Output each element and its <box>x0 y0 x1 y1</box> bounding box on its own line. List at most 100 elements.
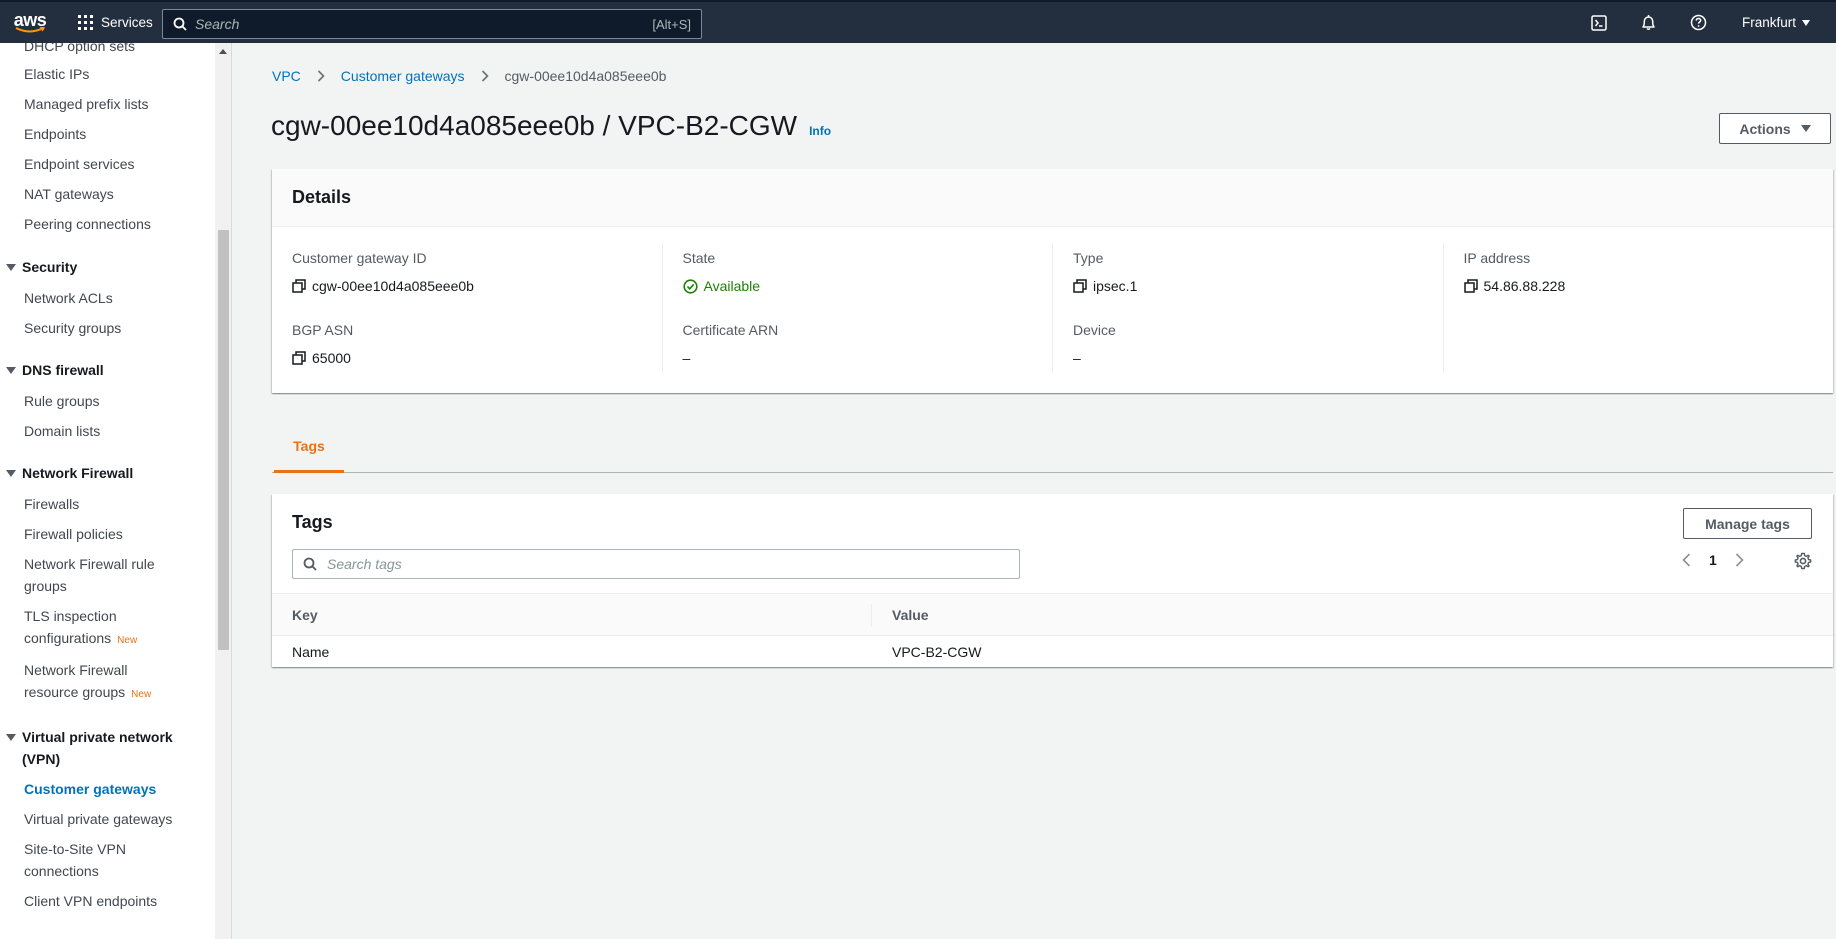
page-number[interactable]: 1 <box>1709 552 1717 568</box>
item-label: Network Firewall resource groups <box>24 662 128 700</box>
new-badge: New <box>131 689 152 700</box>
details-column-3: Type ipsec.1 Device – <box>1052 243 1443 373</box>
tab-tags[interactable]: Tags <box>274 421 344 473</box>
services-menu-button[interactable]: Services <box>78 15 153 30</box>
manage-tags-button[interactable]: Manage tags <box>1683 508 1812 539</box>
section-title: DNS firewall <box>22 362 104 378</box>
tags-search-box[interactable] <box>292 549 1020 579</box>
copy-icon[interactable] <box>1073 279 1087 293</box>
sidebar-item-virtual-private-gateways[interactable]: Virtual private gateways <box>24 808 204 830</box>
global-search-box[interactable]: [Alt+S] <box>162 9 702 39</box>
page-title-text: cgw-00ee10d4a085eee0b / VPC-B2-CGW <box>271 110 798 141</box>
caret-down-icon <box>6 734 16 741</box>
next-page-icon[interactable] <box>1735 553 1744 567</box>
certificate-arn-value: – <box>682 350 691 366</box>
item-label: TLS inspection configurations <box>24 608 117 646</box>
sidebar-item-firewall-policies[interactable]: Firewall policies <box>24 523 204 545</box>
ip-address-value: 54.86.88.228 <box>1463 273 1834 299</box>
breadcrumb-current: cgw-00ee10d4a085eee0b <box>504 68 667 84</box>
customer-gateway-id-label: Customer gateway ID <box>292 250 427 266</box>
column-header-value[interactable]: Value <box>872 604 929 626</box>
sidebar-item-network-firewall-rule-groups[interactable]: Network Firewall rule groups <box>24 553 174 597</box>
actions-button[interactable]: Actions <box>1719 113 1831 144</box>
copy-icon[interactable] <box>292 351 306 365</box>
sidebar-item-managed-prefix-lists[interactable]: Managed prefix lists <box>24 93 204 115</box>
state-value: Available <box>682 273 1053 299</box>
sidebar-item-client-vpn-endpoints[interactable]: Client VPN endpoints <box>24 890 204 912</box>
sidebar-item-tls-inspection-configurations[interactable]: TLS inspection configurations New <box>24 605 174 652</box>
caret-down-icon <box>6 264 16 271</box>
sidebar-section-network-firewall[interactable]: Network Firewall <box>6 462 206 484</box>
sidebar-item-endpoints[interactable]: Endpoints <box>24 123 204 145</box>
help-icon <box>1691 14 1707 31</box>
scroll-thumb[interactable] <box>218 230 229 650</box>
section-title: Virtual private network (VPN) <box>22 729 173 767</box>
breadcrumb: VPC Customer gateways cgw-00ee10d4a085ee… <box>272 68 666 84</box>
sidebar-item-elastic-ips[interactable]: Elastic IPs <box>24 63 204 85</box>
copy-icon[interactable] <box>292 279 306 293</box>
type-value: ipsec.1 <box>1073 273 1443 299</box>
aws-logo[interactable]: aws <box>4 3 56 43</box>
services-label: Services <box>101 15 153 30</box>
sidebar-item-customer-gateways[interactable]: Customer gateways <box>24 778 204 800</box>
bgp-asn-label: BGP ASN <box>292 322 354 338</box>
sidebar-item-peering-connections[interactable]: Peering connections <box>24 213 204 235</box>
sidebar-item-domain-lists[interactable]: Domain lists <box>24 420 204 442</box>
chevron-right-icon <box>481 70 489 82</box>
sidebar-section-dns-firewall[interactable]: DNS firewall <box>6 359 206 381</box>
notifications-bell-icon <box>1642 15 1656 30</box>
sidebar-item-site-to-site-vpn-connections[interactable]: Site-to-Site VPN connections <box>24 838 164 882</box>
aws-logo-text: aws <box>13 9 47 30</box>
sidebar-item-security-groups[interactable]: Security groups <box>24 317 204 339</box>
scroll-up-arrow-icon[interactable] <box>219 49 227 54</box>
settings-gear-icon[interactable] <box>1794 552 1812 573</box>
sidebar-section-vpn[interactable]: Virtual private network (VPN) <box>6 726 186 770</box>
bgp-asn-value: 65000 <box>292 345 662 371</box>
state-label: State <box>682 250 716 266</box>
sidebar-item-dhcp-option-sets[interactable]: DHCP option sets <box>24 43 204 57</box>
tags-heading: Tags <box>292 512 333 532</box>
customer-gateway-id-value: cgw-00ee10d4a085eee0b <box>292 273 662 299</box>
tag-value-cell: VPC-B2-CGW <box>892 643 982 660</box>
search-shortcut-hint: [Alt+S] <box>652 16 691 32</box>
sidebar-item-network-acls[interactable]: Network ACLs <box>24 287 204 309</box>
top-navigation-bar: aws Services [Alt+S] Frankfurt <box>0 0 1836 43</box>
section-title: Network Firewall <box>22 465 134 481</box>
sidebar-item-nat-gateways[interactable]: NAT gateways <box>24 183 204 205</box>
sidebar-item-firewalls[interactable]: Firewalls <box>24 493 204 515</box>
global-search-input[interactable] <box>195 16 653 32</box>
sidebar-item-endpoint-services[interactable]: Endpoint services <box>24 153 204 175</box>
breadcrumb-vpc-link[interactable]: VPC <box>272 68 301 84</box>
device-value: – <box>1073 350 1081 366</box>
apps-grid-icon <box>78 15 93 30</box>
state-text: Available <box>703 278 761 294</box>
side-navigation: DHCP option sets Elastic IPs Managed pre… <box>0 43 232 939</box>
sidebar-section-security[interactable]: Security <box>6 256 206 278</box>
region-selector[interactable]: Frankfurt <box>1724 15 1836 30</box>
tags-panel: Tags Manage tags 1 Key Value Name VPC-B2… <box>272 494 1833 667</box>
caret-down-icon <box>6 367 16 374</box>
customer-gateway-id-text: cgw-00ee10d4a085eee0b <box>312 278 474 294</box>
tags-search-input[interactable] <box>327 556 1009 572</box>
notifications-button[interactable] <box>1624 2 1674 43</box>
tags-table-header: Key Value <box>272 593 1833 636</box>
help-button[interactable] <box>1674 2 1724 43</box>
caret-down-icon <box>6 470 16 477</box>
sidebar-item-network-firewall-resource-groups[interactable]: Network Firewall resource groups New <box>24 659 174 706</box>
status-success-icon <box>682 278 698 294</box>
search-icon <box>173 17 187 31</box>
sidebar-item-rule-groups[interactable]: Rule groups <box>24 390 204 412</box>
info-link[interactable]: Info <box>809 124 831 138</box>
details-column-4: IP address 54.86.88.228 <box>1442 243 1834 373</box>
breadcrumb-customer-gateways-link[interactable]: Customer gateways <box>341 68 465 84</box>
caret-down-icon <box>1800 125 1811 132</box>
cloudshell-button[interactable] <box>1574 2 1624 43</box>
table-row: Name VPC-B2-CGW <box>272 636 1833 667</box>
column-header-key[interactable]: Key <box>272 603 872 626</box>
previous-page-icon[interactable] <box>1682 553 1691 567</box>
section-title: Security <box>22 259 78 275</box>
sidebar-scrollbar[interactable] <box>215 43 231 939</box>
copy-icon[interactable] <box>1463 279 1478 293</box>
device-label: Device <box>1073 322 1116 338</box>
aws-smile-icon <box>15 26 45 32</box>
